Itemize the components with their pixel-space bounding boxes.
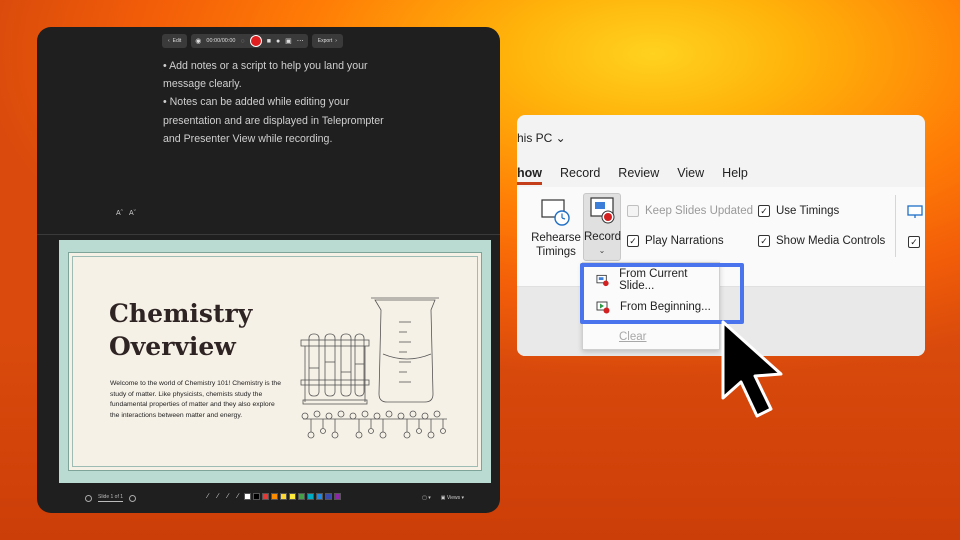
color-swatch[interactable] (271, 493, 278, 500)
color-swatch[interactable] (280, 493, 287, 500)
slide-counter: Slide 1 of 1 (98, 494, 124, 502)
rehearse-timings-icon (541, 199, 570, 226)
more-icon[interactable]: ⋯ (297, 38, 304, 45)
decrease-font-button[interactable]: Aˇ (129, 210, 136, 217)
slide-navigation: Slide 1 of 1 (85, 489, 137, 507)
timer-icon: ◉ (195, 37, 202, 45)
previous-slide-button[interactable] (85, 494, 92, 502)
tab-view[interactable]: View (677, 166, 704, 180)
checkmark-icon: ✓ (758, 235, 770, 247)
record-button[interactable] (249, 35, 262, 47)
record-label: Record (584, 231, 622, 243)
monitor-icon[interactable] (907, 205, 923, 219)
color-swatch[interactable] (316, 493, 323, 500)
rehearse-timings-button[interactable]: Rehearse Timings (530, 197, 582, 259)
checkmark-icon[interactable]: ✓ (908, 236, 920, 248)
tab-record[interactable]: Record (560, 166, 600, 180)
camera-icon[interactable]: ■ (267, 38, 271, 45)
tab-help[interactable]: Help (722, 166, 748, 180)
color-swatch[interactable] (289, 493, 296, 500)
lab-glassware-illustration (300, 297, 447, 439)
recorder-bottom-bar: Slide 1 of 1 ∕ ∕ ∕ ∕ ▢ ▾ ▣ Views ▾ (37, 489, 500, 507)
menu-item-clear[interactable]: Clear (583, 326, 719, 348)
chevron-right-icon: › (335, 38, 337, 44)
recording-toolbar: ‹ Edit ◉ 00:00/00:00 ○ ■ ● ▣ ⋯ Export › (162, 34, 343, 48)
use-timings-checkbox[interactable]: ✓ Use Timings (758, 205, 839, 217)
highlighter-icon[interactable]: ∕ (234, 493, 242, 500)
checkbox-box (627, 205, 639, 217)
color-swatch[interactable] (298, 493, 305, 500)
group-divider (895, 195, 896, 257)
color-swatch[interactable] (253, 493, 260, 500)
notes-line: • Notes can be added while editing your … (163, 96, 384, 145)
view-controls: ▢ ▾ ▣ Views ▾ (422, 492, 464, 504)
ribbon-tabs: how Record Review View Help (517, 166, 766, 185)
microphone-icon[interactable]: ● (276, 38, 280, 45)
export-button[interactable]: Export › (311, 34, 343, 48)
color-swatch[interactable] (325, 493, 332, 500)
teleprompter-notes[interactable]: • Add notes or a script to help you land… (163, 57, 393, 148)
menu-item-label: Clear (619, 331, 647, 343)
chevron-left-icon: ‹ (168, 38, 170, 44)
edit-label: Edit (172, 38, 182, 44)
mouse-pointer-icon (721, 320, 783, 418)
keep-slides-updated-checkbox[interactable]: Keep Slides Updated (627, 205, 753, 217)
slide-preview: Chemistry Overview Welcome to the world … (59, 240, 491, 483)
record-button[interactable]: Record ⌄ (583, 193, 621, 261)
slide-frame: Chemistry Overview Welcome to the world … (68, 252, 482, 471)
laser-pointer-icon[interactable]: ∕ (224, 493, 232, 500)
screen-icon[interactable]: ▣ (285, 38, 292, 45)
export-label: Export (317, 38, 333, 44)
checkmark-icon: ✓ (627, 235, 639, 247)
play-narrations-checkbox[interactable]: ✓ Play Narrations (627, 235, 724, 247)
edit-button[interactable]: ‹ Edit (162, 34, 188, 48)
highlight-box (580, 263, 744, 324)
color-swatch[interactable] (334, 493, 341, 500)
camera-layout-icon[interactable]: ▢ ▾ (422, 495, 431, 501)
recording-window: ‹ Edit ◉ 00:00/00:00 ○ ■ ● ▣ ⋯ Export › … (37, 27, 500, 513)
record-slide-show-icon (590, 197, 615, 224)
views-icon: ▣ (440, 495, 446, 501)
timer-readout: 00:00/00:00 (206, 38, 236, 44)
pane-divider[interactable] (37, 234, 500, 235)
slide-title: Chemistry Overview (109, 299, 253, 361)
eraser-icon[interactable]: ∕ (214, 493, 222, 500)
pen-icon[interactable]: ∕ (204, 493, 212, 500)
views-menu[interactable]: ▣ Views ▾ (441, 495, 464, 501)
color-swatch[interactable] (307, 493, 314, 500)
checkbox-label: Play Narrations (645, 235, 724, 247)
tab-slide-show[interactable]: how (517, 166, 542, 185)
save-location[interactable]: his PC ⌄ (517, 131, 566, 145)
color-swatch[interactable] (244, 493, 251, 500)
ink-palette: ∕ ∕ ∕ ∕ (204, 493, 341, 500)
checkbox-label: Keep Slides Updated (645, 205, 754, 217)
recording-controls: ◉ 00:00/00:00 ○ ■ ● ▣ ⋯ (191, 34, 308, 48)
checkbox-label: Show Media Controls (776, 235, 886, 247)
increase-font-button[interactable]: Aˆ (116, 210, 123, 217)
rehearse-timings-label: Rehearse Timings (531, 232, 581, 258)
slide-body-text: Welcome to the world of Chemistry 101! C… (110, 380, 281, 419)
pause-icon[interactable]: ○ (240, 38, 244, 45)
checkmark-icon: ✓ (758, 205, 770, 217)
views-label: Views (446, 495, 461, 501)
show-media-controls-checkbox[interactable]: ✓ Show Media Controls (758, 235, 885, 247)
next-slide-button[interactable] (129, 494, 137, 502)
color-swatch[interactable] (262, 493, 269, 500)
checkbox-label: Use Timings (776, 205, 840, 217)
chevron-down-icon: ⌄ (598, 246, 606, 255)
notes-line: • Add notes or a script to help you land… (163, 60, 368, 91)
tab-review[interactable]: Review (618, 166, 659, 180)
font-size-controls: Aˆ Aˇ (116, 210, 136, 217)
